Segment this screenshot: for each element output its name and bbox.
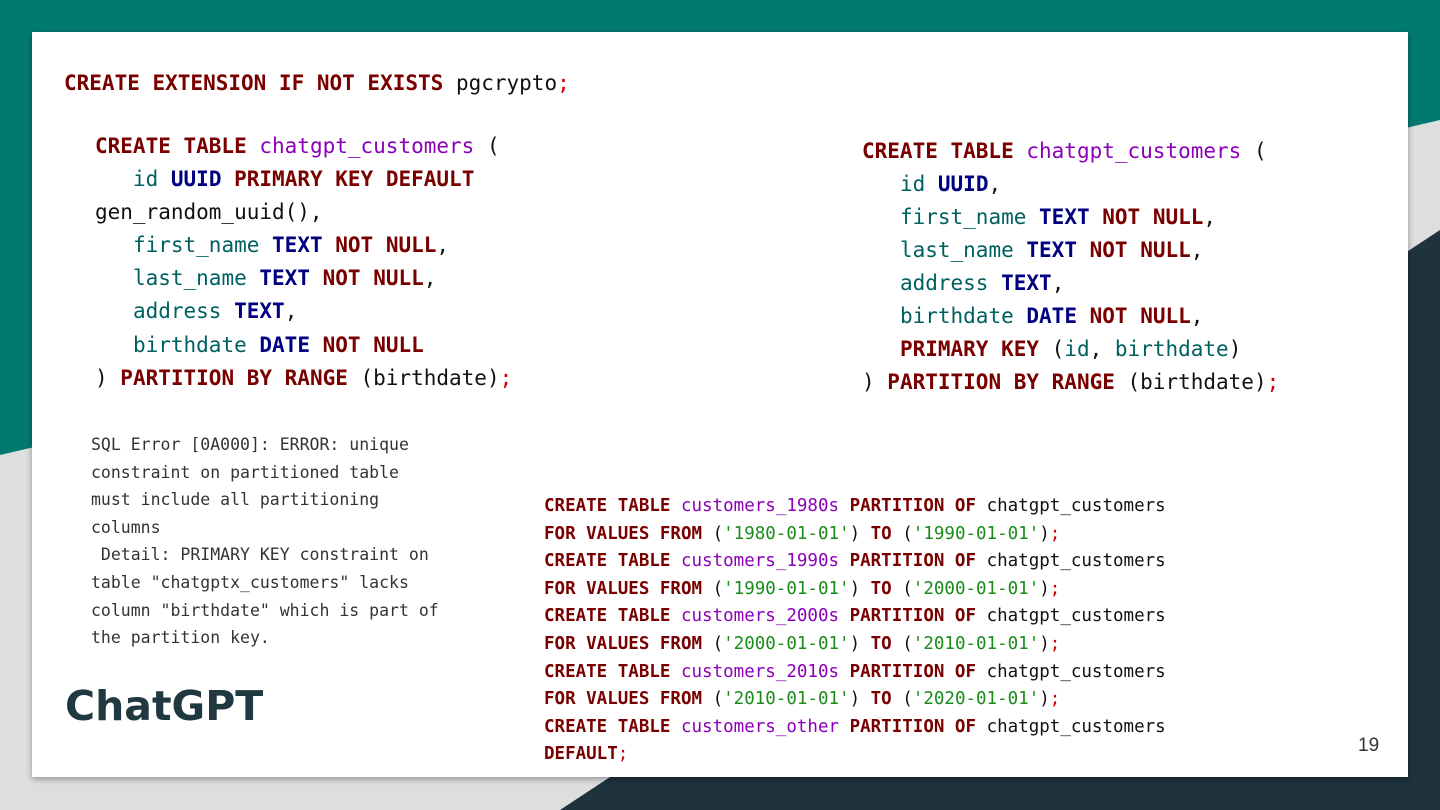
code-line: ) PARTITION BY RANGE (birthdate); — [862, 370, 1280, 394]
code-line: FOR VALUES FROM ('1990-01-01') TO ('2000… — [544, 578, 1061, 599]
code-line: address TEXT, — [899, 271, 1065, 295]
slide-title: ChatGPT — [65, 682, 264, 730]
page-number: 19 — [1358, 735, 1380, 756]
code-create-table-fixed: CREATE TABLE chatgpt_customers ( id UUID… — [862, 135, 1279, 399]
code-line: address TEXT, — [132, 299, 298, 324]
code-line: PRIMARY KEY (id, birthdate) — [899, 337, 1242, 361]
code-create-extension: CREATE EXTENSION IF NOT EXISTS pgcrypto; — [64, 68, 570, 98]
code-line: CREATE TABLE customers_1990s PARTITION O… — [544, 551, 1166, 572]
code-line: CREATE TABLE chatgpt_customers ( — [862, 139, 1267, 163]
code-line: last_name TEXT NOT NULL, — [899, 238, 1204, 262]
code-line: CREATE TABLE chatgpt_customers ( — [95, 134, 500, 158]
sql-error-message: SQL Error [0A000]: ERROR: unique constra… — [91, 435, 439, 648]
code-create-table-original: CREATE TABLE chatgpt_customers ( id UUID… — [95, 130, 512, 395]
code-line: FOR VALUES FROM ('2010-01-01') TO ('2020… — [544, 689, 1061, 710]
code-line: first_name TEXT NOT NULL, — [899, 205, 1217, 229]
code-line: CREATE TABLE customers_2000s PARTITION O… — [544, 606, 1166, 627]
code-line: ) PARTITION BY RANGE (birthdate); — [95, 365, 513, 390]
code-line: DEFAULT; — [544, 744, 629, 765]
code-line: CREATE TABLE customers_2010s PARTITION O… — [544, 661, 1166, 682]
code-line: id UUID PRIMARY KEY DEFAULT — [132, 167, 475, 192]
code-line: CREATE TABLE customers_other PARTITION O… — [544, 716, 1166, 737]
code-line: birthdate DATE NOT NULL, — [899, 304, 1204, 328]
code-line: CREATE TABLE customers_1980s PARTITION O… — [544, 496, 1166, 516]
code-partitions: CREATE TABLE customers_1980s PARTITION O… — [544, 493, 1166, 769]
slide-card: CREATE EXTENSION IF NOT EXISTS pgcrypto;… — [32, 32, 1408, 777]
code-line: FOR VALUES FROM ('1980-01-01') TO ('1990… — [544, 523, 1061, 544]
code-line: gen_random_uuid(), — [95, 200, 323, 225]
code-line: FOR VALUES FROM ('2000-01-01') TO ('2010… — [544, 633, 1061, 654]
code-line: CREATE EXTENSION IF NOT EXISTS pgcrypto; — [64, 71, 570, 95]
code-line: birthdate DATE NOT NULL — [132, 332, 424, 357]
code-line: last_name TEXT NOT NULL, — [132, 266, 437, 291]
code-line: first_name TEXT NOT NULL, — [132, 233, 450, 258]
code-line: id UUID, — [899, 172, 1002, 196]
